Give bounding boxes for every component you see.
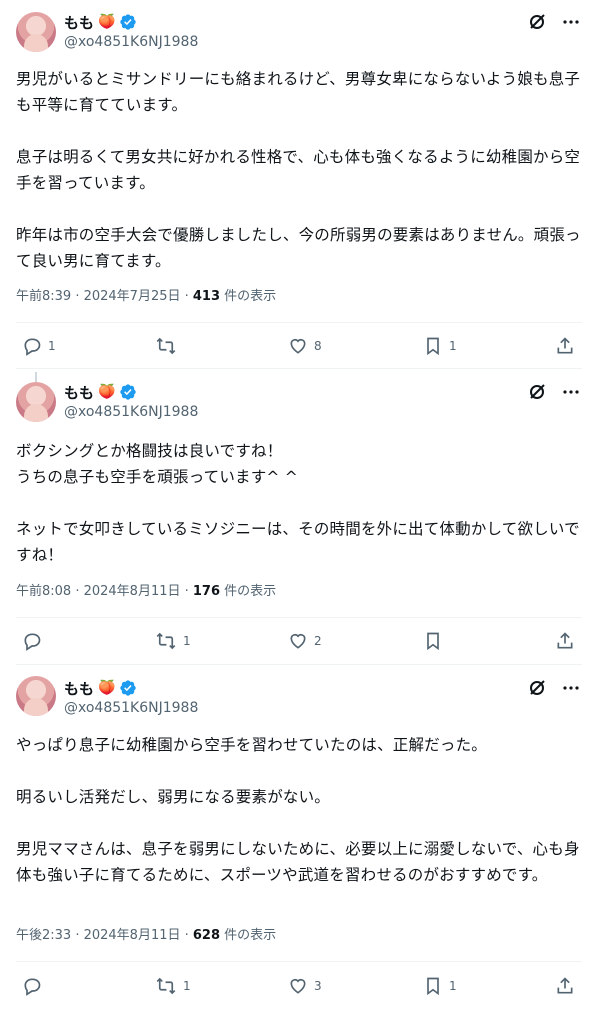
more-options-icon[interactable] (562, 383, 580, 401)
thread-connector (35, 372, 37, 382)
bookmark-icon (427, 977, 439, 996)
share-button[interactable] (555, 334, 575, 358)
view-label: 件の表示 (220, 928, 277, 943)
reply-button[interactable] (22, 974, 48, 998)
avatar[interactable] (16, 382, 56, 422)
bookmark-count: 1 (449, 979, 457, 993)
repost-icon (156, 337, 176, 355)
grok-icon[interactable] (528, 383, 546, 401)
bookmark-icon (427, 337, 439, 356)
peach-emoji: 🍑 (98, 384, 116, 400)
author-row: もも 🍑 (64, 12, 137, 32)
bookmark-icon (427, 632, 439, 651)
like-count: 3 (314, 979, 322, 993)
peach-emoji: 🍑 (98, 680, 116, 696)
like-button[interactable]: 2 (288, 629, 322, 653)
more-options-icon[interactable] (562, 679, 580, 697)
repost-icon (156, 632, 176, 650)
share-button[interactable] (555, 974, 575, 998)
reply-icon (24, 338, 41, 356)
divider (16, 961, 582, 962)
repost-button[interactable]: 1 (155, 974, 191, 998)
verified-badge-icon (120, 680, 137, 696)
post-text: 男児がいるとミサンドリーにも絡まれるけど、男尊女卑にならないよう娘も息子も平等に… (16, 70, 581, 270)
author-handle[interactable]: @xo4851K6NJ1988 (64, 34, 198, 52)
post-2[interactable]: もも 🍑 @xo4851K6NJ1988 ボクシングとか格闘技は良いですね！ う… (0, 372, 598, 666)
view-label: 件の表示 (220, 289, 277, 304)
post-timestamp[interactable]: 午後2:33 · 2024年8月11日 · (16, 928, 193, 943)
post-1[interactable]: もも 🍑 @xo4851K6NJ1988 男児がいるとミサンドリーにも絡まれるけ… (0, 0, 598, 372)
post-text: ボクシングとか格闘技は良いですね！ うちの息子も空手を頑張っています^ ^ ネッ… (16, 442, 580, 564)
share-icon (557, 337, 573, 354)
post-text: やっぱり息子に幼稚園から空手を習わせていたのは、正解だった。 明るいし活発だし、… (16, 736, 580, 884)
verified-badge-icon (120, 384, 137, 400)
reply-icon (24, 978, 41, 996)
view-count: 628 (192, 928, 221, 943)
like-count: 8 (314, 339, 322, 353)
author-name[interactable]: もも (64, 12, 94, 33)
view-count: 413 (192, 289, 221, 304)
heart-icon (290, 978, 306, 994)
share-button[interactable] (555, 629, 575, 653)
heart-icon (290, 633, 306, 649)
post-3[interactable]: もも 🍑 @xo4851K6NJ1988 やっぱり息子に幼稚園から空手を習わせて… (0, 666, 598, 1010)
peach-emoji: 🍑 (98, 14, 116, 30)
like-count: 2 (314, 634, 322, 648)
reply-count: 1 (48, 339, 56, 353)
avatar[interactable] (16, 676, 56, 716)
author-name[interactable]: もも (64, 382, 94, 403)
post-meta: 午前8:08 · 2024年8月11日 · 176 件の表示 (16, 580, 277, 599)
repost-button[interactable] (155, 334, 183, 358)
view-label: 件の表示 (220, 584, 277, 599)
reply-button[interactable]: 1 (22, 334, 56, 358)
author-handle[interactable]: @xo4851K6NJ1988 (64, 700, 198, 718)
grok-icon[interactable] (528, 679, 546, 697)
author-name[interactable]: もも (64, 678, 94, 699)
divider (16, 368, 582, 369)
divider (16, 664, 582, 665)
reply-button[interactable] (22, 629, 48, 653)
bookmark-button[interactable] (423, 629, 449, 653)
repost-count: 1 (183, 634, 191, 648)
share-icon (557, 977, 573, 994)
verified-badge-icon (120, 14, 137, 30)
post-timestamp[interactable]: 午前8:08 · 2024年8月11日 · (16, 584, 193, 599)
divider (16, 617, 582, 618)
bookmark-button[interactable]: 1 (423, 334, 457, 358)
author-handle[interactable]: @xo4851K6NJ1988 (64, 404, 198, 422)
heart-icon (290, 338, 306, 354)
view-count: 176 (192, 584, 221, 599)
like-button[interactable]: 3 (288, 974, 322, 998)
more-options-icon[interactable] (562, 13, 580, 31)
grok-icon[interactable] (528, 13, 546, 31)
repost-count: 1 (183, 979, 191, 993)
avatar[interactable] (16, 12, 56, 52)
post-meta: 午前8:39 · 2024年7月25日 · 413 件の表示 (16, 285, 277, 304)
divider (16, 322, 582, 323)
bookmark-button[interactable]: 1 (423, 974, 457, 998)
post-meta: 午後2:33 · 2024年8月11日 · 628 件の表示 (16, 924, 277, 943)
reply-icon (24, 633, 41, 651)
share-icon (557, 632, 573, 649)
author-row: もも 🍑 (64, 678, 137, 698)
bookmark-count: 1 (449, 339, 457, 353)
post-timestamp[interactable]: 午前8:39 · 2024年7月25日 · (16, 289, 193, 304)
repost-button[interactable]: 1 (155, 629, 191, 653)
like-button[interactable]: 8 (288, 334, 322, 358)
repost-icon (156, 977, 176, 995)
author-row: もも 🍑 (64, 382, 137, 402)
